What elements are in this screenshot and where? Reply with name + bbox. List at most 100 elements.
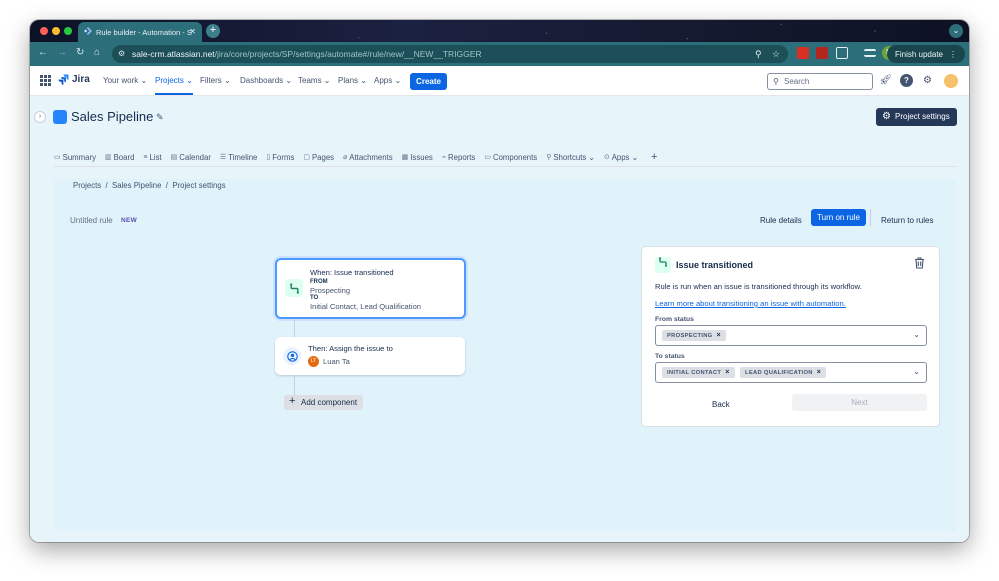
back-arrow-icon[interactable]: ← bbox=[38, 47, 48, 58]
tab-summary[interactable]: ▭ Summary bbox=[54, 151, 96, 163]
action-title: Then: Assign the issue to bbox=[308, 344, 393, 353]
new-tab-button[interactable]: + bbox=[206, 24, 220, 38]
tab-issues[interactable]: ▦ Issues bbox=[402, 151, 433, 163]
tab-board[interactable]: ▥ Board bbox=[105, 151, 134, 163]
remove-chip-icon[interactable]: × bbox=[817, 369, 821, 376]
tab-list[interactable]: ≡ List bbox=[143, 151, 161, 163]
node-connector-2 bbox=[294, 376, 295, 395]
assignee-name: Luan Ta bbox=[323, 357, 350, 366]
search-placeholder: Search bbox=[784, 77, 810, 86]
breadcrumb-projects[interactable]: Projects bbox=[73, 181, 101, 190]
gear-icon: ⚙ bbox=[882, 111, 891, 122]
close-window-button[interactable] bbox=[40, 27, 48, 35]
delete-trash-icon[interactable] bbox=[914, 257, 925, 272]
from-status-select[interactable]: PROSPECTING × ⌄ bbox=[655, 325, 927, 346]
tab-forms[interactable]: ▯ Forms bbox=[266, 151, 294, 163]
transition-icon bbox=[655, 257, 671, 273]
attachment-icon: ⌀ bbox=[343, 154, 348, 161]
finish-update-label: Finish update bbox=[894, 49, 943, 59]
status-chip-initial-contact: INITIAL CONTACT × bbox=[662, 367, 735, 378]
menu-teams[interactable]: Teams ⌄ bbox=[298, 76, 331, 85]
browser-tab-title: Rule builder - Automation - S bbox=[96, 27, 192, 37]
summary-icon: ▭ bbox=[54, 154, 61, 161]
remove-chip-icon[interactable]: × bbox=[725, 369, 729, 376]
back-button[interactable]: Back bbox=[712, 400, 730, 409]
chevron-down-icon[interactable]: ⌄ bbox=[913, 330, 920, 339]
notifications-rocket-icon[interactable]: 🚀︎ bbox=[879, 74, 892, 87]
tab-list-chevron-icon[interactable]: ⌄ bbox=[949, 24, 963, 38]
browser-tab-active[interactable]: Rule builder - Automation - S ✕ bbox=[78, 22, 202, 42]
add-tab-plus-icon[interactable]: + bbox=[651, 151, 657, 163]
learn-more-link[interactable]: Learn more about transitioning an issue … bbox=[655, 299, 846, 308]
menu-apps[interactable]: Apps ⌄ bbox=[374, 76, 401, 85]
trigger-title: When: Issue transitioned bbox=[310, 268, 394, 277]
return-to-rules-button[interactable]: Return to rules bbox=[881, 216, 933, 225]
settings-gear-icon[interactable]: ⚙ bbox=[921, 74, 934, 87]
calendar-icon: ▤ bbox=[170, 154, 178, 161]
jira-logo[interactable]: Jira bbox=[58, 74, 90, 85]
user-avatar[interactable] bbox=[944, 74, 958, 88]
sidebar-expand-chevron-icon[interactable]: › bbox=[35, 112, 45, 122]
menu-filters[interactable]: Filters ⌄ bbox=[200, 76, 231, 85]
reading-list-icon[interactable] bbox=[864, 49, 876, 57]
turn-on-rule-button[interactable]: Turn on rule bbox=[811, 209, 866, 226]
trigger-from-value: Prospecting bbox=[310, 286, 351, 295]
site-settings-icon[interactable]: ⚙ bbox=[118, 49, 125, 58]
rule-details-button[interactable]: Rule details bbox=[760, 216, 802, 225]
tab-apps[interactable]: ⊙ Apps ⌄ bbox=[604, 151, 638, 163]
jira-logo-icon bbox=[58, 74, 69, 85]
project-settings-button[interactable]: ⚙ Project settings bbox=[876, 108, 957, 126]
search-input[interactable]: ⚲ Search bbox=[767, 73, 873, 90]
jira-logo-text: Jira bbox=[72, 74, 90, 85]
help-icon[interactable]: ? bbox=[900, 74, 913, 87]
menu-your-work[interactable]: Your work ⌄ bbox=[103, 76, 147, 85]
breadcrumb: Projects / Sales Pipeline / Project sett… bbox=[73, 181, 226, 190]
finish-update-button[interactable]: Finish update ⋮ bbox=[886, 45, 965, 63]
chevron-down-icon[interactable]: ⌄ bbox=[913, 367, 920, 376]
tab-attachments[interactable]: ⌀ Attachments bbox=[343, 151, 393, 163]
maximize-window-button[interactable] bbox=[64, 27, 72, 35]
extensions-puzzle-icon[interactable] bbox=[836, 47, 848, 59]
breadcrumb-project-settings[interactable]: Project settings bbox=[172, 181, 225, 190]
bookmark-star-icon[interactable]: ☆ bbox=[772, 49, 780, 60]
action-node[interactable]: Then: Assign the issue to LT Luan Ta bbox=[275, 337, 465, 375]
add-component-label: Add component bbox=[301, 398, 358, 407]
panel-title: Issue transitioned bbox=[676, 260, 754, 270]
project-pin-icon[interactable]: ✎ bbox=[156, 112, 164, 123]
remove-chip-icon[interactable]: × bbox=[717, 332, 721, 339]
minimize-window-button[interactable] bbox=[52, 27, 60, 35]
menu-plans[interactable]: Plans ⌄ bbox=[338, 76, 367, 85]
next-button[interactable]: Next bbox=[792, 394, 927, 411]
rule-builder-content: Projects / Sales Pipeline / Project sett… bbox=[54, 179, 956, 531]
tab-strip: Rule builder - Automation - S ✕ + ⌄ bbox=[30, 20, 969, 42]
issues-icon: ▦ bbox=[401, 154, 409, 161]
transition-icon bbox=[285, 279, 303, 297]
forms-icon: ▯ bbox=[266, 154, 271, 161]
menu-projects[interactable]: Projects ⌄ bbox=[155, 76, 193, 95]
add-component-button[interactable]: + Add component bbox=[284, 395, 363, 410]
breadcrumb-sales-pipeline[interactable]: Sales Pipeline bbox=[112, 181, 161, 190]
url-field[interactable]: ⚙ sale-crm.atlassian.net/jira/core/proje… bbox=[112, 45, 788, 63]
extension-red-icon[interactable] bbox=[797, 47, 809, 59]
tab-components[interactable]: ▭ Components bbox=[484, 151, 537, 163]
pages-icon: ▢ bbox=[303, 154, 310, 161]
tab-timeline[interactable]: ☰ Timeline bbox=[220, 151, 257, 163]
create-button[interactable]: Create bbox=[410, 73, 447, 90]
tab-pages[interactable]: ▢ Pages bbox=[303, 151, 334, 163]
tab-shortcuts[interactable]: ⚲ Shortcuts ⌄ bbox=[546, 151, 595, 163]
calendar-extension-icon[interactable] bbox=[816, 47, 828, 59]
zoom-icon[interactable]: ⚲ bbox=[755, 49, 762, 60]
menu-dashboards[interactable]: Dashboards ⌄ bbox=[240, 76, 292, 85]
from-status-label: From status bbox=[655, 316, 694, 323]
rule-name[interactable]: Untitled rule bbox=[70, 216, 113, 225]
trigger-node[interactable]: When: Issue transitioned FROM Prospectin… bbox=[275, 258, 466, 319]
to-status-select[interactable]: INITIAL CONTACT × LEAD QUALIFICATION × ⌄ bbox=[655, 362, 927, 383]
home-icon[interactable]: ⌂ bbox=[94, 47, 100, 58]
shortcut-link-icon: ⚲ bbox=[546, 154, 552, 161]
forward-arrow-icon[interactable]: → bbox=[57, 47, 67, 58]
close-tab-icon[interactable]: ✕ bbox=[189, 27, 196, 36]
reload-icon[interactable]: ↻ bbox=[76, 47, 84, 58]
tab-calendar[interactable]: ▤ Calendar bbox=[171, 151, 211, 163]
tab-reports[interactable]: ⌁ Reports bbox=[442, 151, 476, 163]
app-switcher-icon[interactable] bbox=[40, 75, 51, 86]
